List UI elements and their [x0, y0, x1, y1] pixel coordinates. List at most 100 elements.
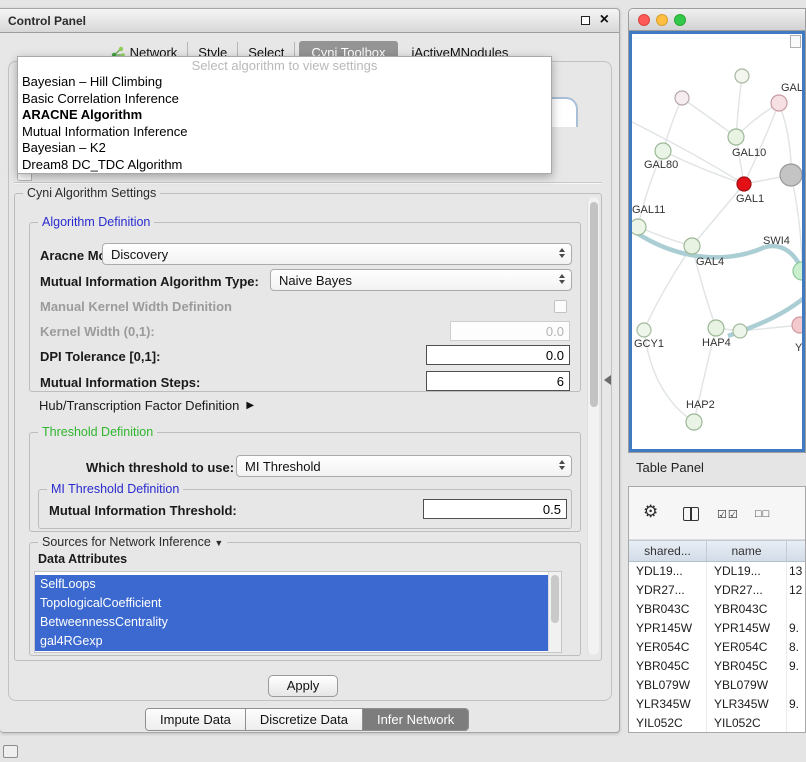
- network-node[interactable]: [686, 414, 702, 430]
- mi-type-combo[interactable]: Naive Bayes: [270, 269, 572, 291]
- network-edge[interactable]: [644, 246, 692, 330]
- expand-right-icon[interactable]: ▶: [246, 400, 254, 411]
- network-node[interactable]: [737, 177, 751, 191]
- column-header-name[interactable]: name: [707, 541, 787, 561]
- mi-steps-input[interactable]: [426, 371, 570, 391]
- select-all-columns-icon[interactable]: ☑☑: [717, 508, 739, 521]
- network-node[interactable]: [637, 323, 651, 337]
- minimized-panel-icon[interactable]: [3, 745, 18, 758]
- table-cell: YLR345W: [707, 695, 787, 714]
- mi-threshold-input[interactable]: [423, 499, 567, 519]
- network-node-label: GAL80: [644, 159, 678, 171]
- data-attributes-list[interactable]: SelfLoopsTopologicalCoefficientBetweenne…: [34, 571, 562, 653]
- network-node[interactable]: [632, 219, 646, 235]
- table-body: YDL19...YDL19...13YDR27...YDR27...12YBR0…: [629, 562, 805, 732]
- scrollbar-thumb[interactable]: [590, 202, 598, 407]
- table-row[interactable]: YBR043CYBR043C: [629, 600, 805, 619]
- table-row[interactable]: YIL052CYIL052C: [629, 714, 805, 733]
- control-panel-titlebar[interactable]: Control Panel ×: [0, 9, 619, 33]
- network-node[interactable]: [733, 324, 747, 338]
- algorithm-menu-item[interactable]: Mutual Information Inference: [18, 124, 551, 141]
- mi-threshold-label: Mutual Information Threshold:: [49, 503, 237, 518]
- apply-button[interactable]: Apply: [268, 675, 338, 697]
- table-cell: YBR043C: [629, 600, 707, 619]
- table-row[interactable]: YER054CYER054C8.: [629, 638, 805, 657]
- table-row[interactable]: YBL079WYBL079W: [629, 676, 805, 695]
- network-node[interactable]: [792, 317, 804, 333]
- control-panel-window: Control Panel × Network Style Select Cyn…: [0, 8, 620, 733]
- table-cell: YBL079W: [707, 676, 787, 695]
- tab-discretize-data[interactable]: Discretize Data: [246, 709, 363, 730]
- table-row[interactable]: YDR27...YDR27...12: [629, 581, 805, 600]
- table-row[interactable]: YPR145WYPR145W9.: [629, 619, 805, 638]
- gear-icon[interactable]: ⚙: [643, 502, 658, 522]
- network-canvas[interactable]: GAL...GAL10GAL80GAL1GAL11GAL4SWI4HAP4YGC…: [629, 31, 805, 452]
- aracne-mode-value: Discovery: [111, 247, 168, 262]
- zoom-traffic-light-icon[interactable]: [674, 14, 686, 26]
- network-node[interactable]: [793, 262, 804, 280]
- close-traffic-light-icon[interactable]: [638, 14, 650, 26]
- attribute-list-item[interactable]: BetweennessCentrality: [35, 613, 548, 632]
- network-node[interactable]: [780, 164, 802, 186]
- table-row[interactable]: YDL19...YDL19...13: [629, 562, 805, 581]
- panel-collapse-arrow-icon[interactable]: [604, 375, 611, 385]
- table-header: shared... name: [629, 540, 805, 562]
- kernel-width-label: Kernel Width (0,1):: [40, 324, 155, 339]
- combo-arrows-icon: [559, 460, 565, 470]
- columns-icon[interactable]: [683, 507, 699, 521]
- close-window-icon[interactable]: ×: [600, 15, 609, 25]
- network-node-label: GCY1: [634, 338, 664, 350]
- algorithm-menu-item[interactable]: ARACNE Algorithm: [18, 107, 551, 124]
- attribute-list-item[interactable]: SelfLoops: [35, 575, 548, 594]
- network-node-label: HAP2: [686, 399, 715, 411]
- network-node[interactable]: [735, 69, 749, 83]
- algorithm-menu-item[interactable]: Bayesian – Hill Climbing: [18, 74, 551, 91]
- algorithm-menu-item[interactable]: Dream8 DC_TDC Algorithm: [18, 157, 551, 174]
- algorithm-menu-item[interactable]: Basic Correlation Inference: [18, 91, 551, 108]
- bottom-tab-bar: Impute Data Discretize Data Infer Networ…: [145, 708, 469, 731]
- collapse-down-icon[interactable]: ▼: [214, 538, 223, 548]
- table-cell: YLR345W: [629, 695, 707, 714]
- table-cell: YBR043C: [707, 600, 787, 619]
- tab-impute-data[interactable]: Impute Data: [146, 709, 246, 730]
- table-cell: YER054C: [629, 638, 707, 657]
- threshold-definition-title: Threshold Definition: [38, 425, 157, 439]
- hub-tf-definition-toggle[interactable]: Hub/Transcription Factor Definition ▶: [39, 398, 254, 413]
- network-node[interactable]: [675, 91, 689, 105]
- network-edge[interactable]: [682, 98, 736, 137]
- deselect-all-columns-icon[interactable]: □□: [755, 508, 770, 520]
- column-header-extra[interactable]: [787, 541, 805, 561]
- scrollbar-thumb[interactable]: [551, 575, 559, 623]
- which-threshold-combo[interactable]: MI Threshold: [236, 455, 572, 477]
- network-node[interactable]: [728, 129, 744, 145]
- manual-kernel-label: Manual Kernel Width Definition: [40, 299, 232, 314]
- mi-threshold-definition-title: MI Threshold Definition: [47, 482, 183, 496]
- manual-kernel-checkbox[interactable]: [554, 300, 567, 313]
- list-scrollbar[interactable]: [548, 572, 561, 652]
- network-node[interactable]: [708, 320, 724, 336]
- aracne-mode-combo[interactable]: Discovery: [102, 243, 572, 265]
- tab-infer-network[interactable]: Infer Network: [363, 709, 468, 730]
- algorithm-menu-item[interactable]: Bayesian – K2: [18, 140, 551, 157]
- table-cell: [787, 714, 805, 733]
- column-header-shared-name[interactable]: shared...: [629, 541, 707, 561]
- network-node[interactable]: [655, 143, 671, 159]
- dpi-tolerance-input[interactable]: [426, 345, 570, 365]
- network-node[interactable]: [684, 238, 700, 254]
- network-node[interactable]: [771, 95, 787, 111]
- sources-title[interactable]: Sources for Network Inference ▼: [38, 535, 227, 549]
- network-node-label: GAL...: [781, 82, 804, 94]
- restore-window-icon[interactable]: [581, 16, 590, 25]
- network-node-label: GAL1: [736, 193, 764, 205]
- table-row[interactable]: YLR345WYLR345W9.: [629, 695, 805, 714]
- network-window-titlebar[interactable]: [629, 9, 805, 31]
- network-edge[interactable]: [736, 76, 742, 137]
- minimize-traffic-light-icon[interactable]: [656, 14, 668, 26]
- which-threshold-value: MI Threshold: [245, 459, 321, 474]
- attribute-list-item[interactable]: gal4RGexp: [35, 632, 548, 651]
- attribute-list-item[interactable]: TopologicalCoefficient: [35, 594, 548, 613]
- network-node-label: HAP4: [702, 337, 731, 349]
- table-row[interactable]: YBR045CYBR045C9.: [629, 657, 805, 676]
- table-cell: YDR27...: [629, 581, 707, 600]
- settings-scrollbar[interactable]: [587, 197, 599, 655]
